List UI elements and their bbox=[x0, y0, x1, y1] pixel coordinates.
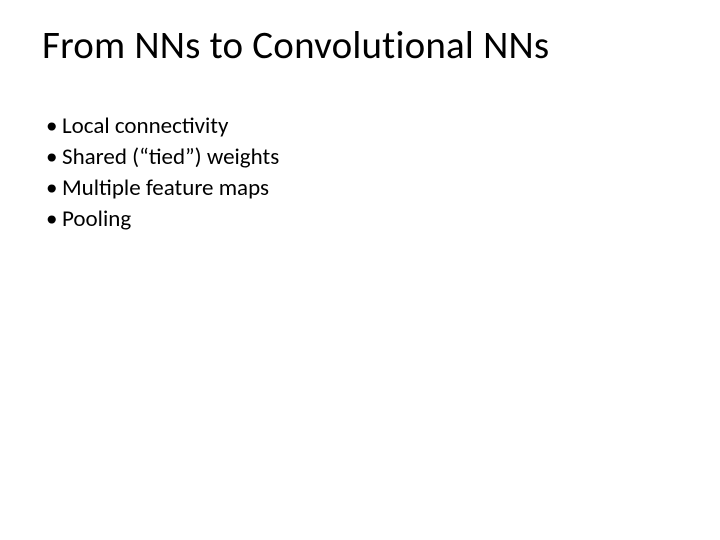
slide-title: From NNs to Convolutional NNs bbox=[42, 22, 678, 69]
bullet-item: Shared (“tied”) weights bbox=[46, 142, 678, 173]
bullet-item: Multiple feature maps bbox=[46, 173, 678, 204]
bullet-item: Pooling bbox=[46, 204, 678, 235]
slide: From NNs to Convolutional NNs Local conn… bbox=[0, 0, 720, 540]
bullet-item: Local connectivity bbox=[46, 111, 678, 142]
bullet-list: Local connectivity Shared (“tied”) weigh… bbox=[42, 111, 678, 235]
